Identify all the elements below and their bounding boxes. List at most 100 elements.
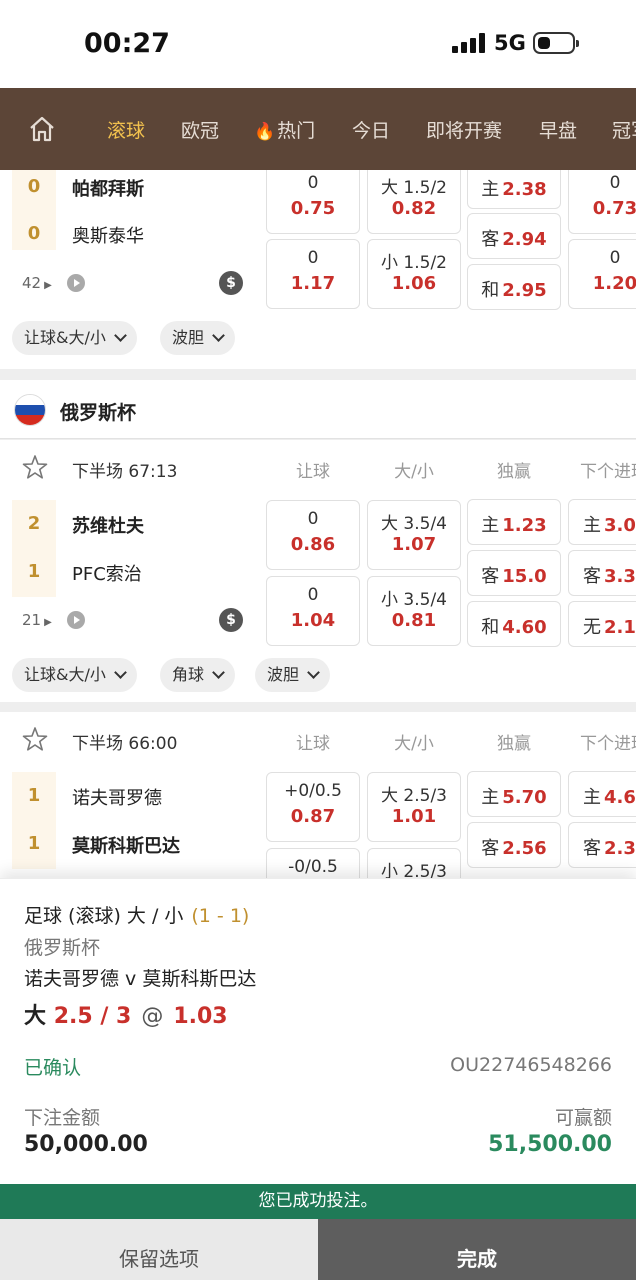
under-odds[interactable]: 小 2.5/3 <box>367 848 461 878</box>
handicap-odds[interactable]: 0 1.04 <box>266 576 360 646</box>
more-markets[interactable]: 21 ▶ <box>22 611 52 629</box>
play-icon[interactable] <box>67 611 85 629</box>
odds-value: 2.1 <box>604 617 636 638</box>
match-list: 0 0 帕都拜斯 奥斯泰华 42 ▶ $ 0 0.75 0 1.17 大 1.5/… <box>0 170 636 878</box>
odds-value: 0.86 <box>290 534 336 555</box>
handicap-odds[interactable]: -0/0.5 <box>266 848 360 878</box>
col-moneyline: 独赢 <box>497 734 531 754</box>
odds-value: 1.23 <box>502 515 547 536</box>
flame-icon: 🔥 <box>254 122 276 142</box>
pill-label: 让球&大/小 <box>24 328 106 347</box>
handicap-odds[interactable]: +0/0.5 0.87 <box>266 772 360 842</box>
done-button[interactable]: 完成 <box>318 1219 636 1280</box>
under-odds[interactable]: 小 3.5/4 0.81 <box>367 576 461 646</box>
status-bar: 00:27 5G <box>0 0 636 88</box>
score-box: 2 1 <box>12 500 56 597</box>
odds-line: 0 <box>307 585 319 605</box>
odds-value: 2.38 <box>502 179 547 200</box>
favorite-star-icon[interactable] <box>22 454 48 480</box>
over-odds[interactable]: 大 2.5/3 1.01 <box>367 772 461 842</box>
over-odds[interactable]: 大 3.5/4 1.07 <box>367 500 461 570</box>
next-goal-none[interactable]: 无 2.1 <box>568 601 636 647</box>
over-odds[interactable]: 大 1.5/2 0.82 <box>367 170 461 234</box>
odds-value: 1.07 <box>391 534 437 555</box>
tab-upcoming[interactable]: 即将开赛 <box>426 116 502 143</box>
odds-value: 3.3 <box>604 566 636 587</box>
score-box: 0 0 <box>12 170 56 250</box>
next-goal-home[interactable]: 主 4.6 <box>568 771 636 817</box>
home-team: 诺夫哥罗德 <box>72 788 162 809</box>
bet-market-label: 足球 (滚球) 大 / 小 <box>24 905 184 927</box>
tab-early[interactable]: 早盘 <box>539 116 577 143</box>
odds-value: 4.60 <box>502 617 547 638</box>
col-handicap: 让球 <box>296 462 330 482</box>
odds-value: 1.17 <box>290 273 336 294</box>
handicap-odds[interactable]: 0 0.86 <box>266 500 360 570</box>
odds-value: 5.70 <box>502 787 547 808</box>
moneyline-home[interactable]: 主 2.38 <box>467 170 561 209</box>
odds-value: 1.20 <box>592 273 636 294</box>
odds-line: 0 <box>307 248 319 268</box>
tab-ucl[interactable]: 欧冠 <box>181 116 219 143</box>
handicap-odds[interactable]: 0 1.17 <box>266 239 360 309</box>
next-goal-away[interactable]: 客 2.3 <box>568 822 636 868</box>
odds-key: 客 <box>481 229 500 250</box>
market-filter-correct-score[interactable]: 波胆 <box>255 658 331 692</box>
play-icon[interactable] <box>67 274 85 292</box>
col-over-under: 大/小 <box>394 462 434 482</box>
tab-hot[interactable]: 🔥 热门 <box>254 116 315 143</box>
odds-key: 主 <box>481 515 500 536</box>
bet-line: 2.5 / 3 <box>53 1004 132 1029</box>
cashout-icon[interactable]: $ <box>219 608 243 632</box>
away-score: 0 <box>27 223 41 244</box>
odds-value: 2.94 <box>502 229 547 250</box>
odds-key: 客 <box>583 566 601 587</box>
next-goal-home[interactable]: 主 3.0 <box>568 499 636 545</box>
more-markets[interactable]: 42 ▶ <box>22 274 52 292</box>
moneyline-away[interactable]: 客 15.0 <box>467 550 561 596</box>
odds-key: 和 <box>481 617 500 638</box>
handicap-odds[interactable]: 0 0.75 <box>266 170 360 234</box>
market-filter-correct-score[interactable]: 波胆 <box>160 321 236 355</box>
next-goal-odds[interactable]: 0 0.73 <box>568 170 636 234</box>
moneyline-away[interactable]: 客 2.94 <box>467 213 561 259</box>
at-sign: @ <box>141 1004 164 1029</box>
moneyline-draw[interactable]: 和 4.60 <box>467 601 561 647</box>
pill-label: 波胆 <box>172 328 205 347</box>
moneyline-draw[interactable]: 和 2.95 <box>467 264 561 310</box>
match-header: 下半场 66:00 让球 大/小 独赢 下个进球 <box>0 712 636 768</box>
market-filter-corners[interactable]: 角球 <box>160 658 236 692</box>
under-odds[interactable]: 小 1.5/2 1.06 <box>367 239 461 309</box>
bet-odds: 1.03 <box>173 1004 228 1029</box>
match-card: 下半场 66:00 让球 大/小 独赢 下个进球 1 1 诺夫哥罗德 莫斯科斯巴… <box>0 712 636 878</box>
network-type: 5G <box>494 31 526 55</box>
pill-label: 角球 <box>172 665 205 684</box>
odds-key: 主 <box>481 179 500 200</box>
moneyline-home[interactable]: 主 5.70 <box>467 771 561 817</box>
moneyline-home[interactable]: 主 1.23 <box>467 499 561 545</box>
tab-outright[interactable]: 冠军 <box>612 116 636 143</box>
league-header[interactable]: 俄罗斯杯 <box>0 380 636 439</box>
stake-label: 下注金额 <box>24 1107 101 1129</box>
moneyline-away[interactable]: 客 2.56 <box>467 822 561 868</box>
tab-live[interactable]: 滚球 <box>107 116 145 143</box>
next-goal-odds[interactable]: 0 1.20 <box>568 239 636 309</box>
odds-value: 2.3 <box>604 838 636 859</box>
russia-flag-icon <box>14 394 46 426</box>
next-goal-away[interactable]: 客 3.3 <box>568 550 636 596</box>
bet-score: (1 - 1) <box>191 905 250 927</box>
odds-line: 大 3.5/4 <box>381 514 447 534</box>
odds-value: 2.56 <box>502 838 547 859</box>
cashout-icon[interactable]: $ <box>219 271 243 295</box>
odds-line: 大 2.5/3 <box>381 786 447 806</box>
favorite-star-icon[interactable] <box>22 726 48 752</box>
keep-selections-button[interactable]: 保留选项 <box>0 1219 318 1280</box>
stake-amount: 50,000.00 <box>24 1132 148 1157</box>
market-filter-handicap-ou[interactable]: 让球&大/小 <box>12 321 137 355</box>
market-filter-handicap-ou[interactable]: 让球&大/小 <box>12 658 137 692</box>
home-icon[interactable] <box>28 115 56 143</box>
odds-line: 小 2.5/3 <box>381 862 447 878</box>
odds-line: 小 1.5/2 <box>381 253 447 273</box>
tab-today[interactable]: 今日 <box>352 116 390 143</box>
odds-value: 4.6 <box>604 787 636 808</box>
